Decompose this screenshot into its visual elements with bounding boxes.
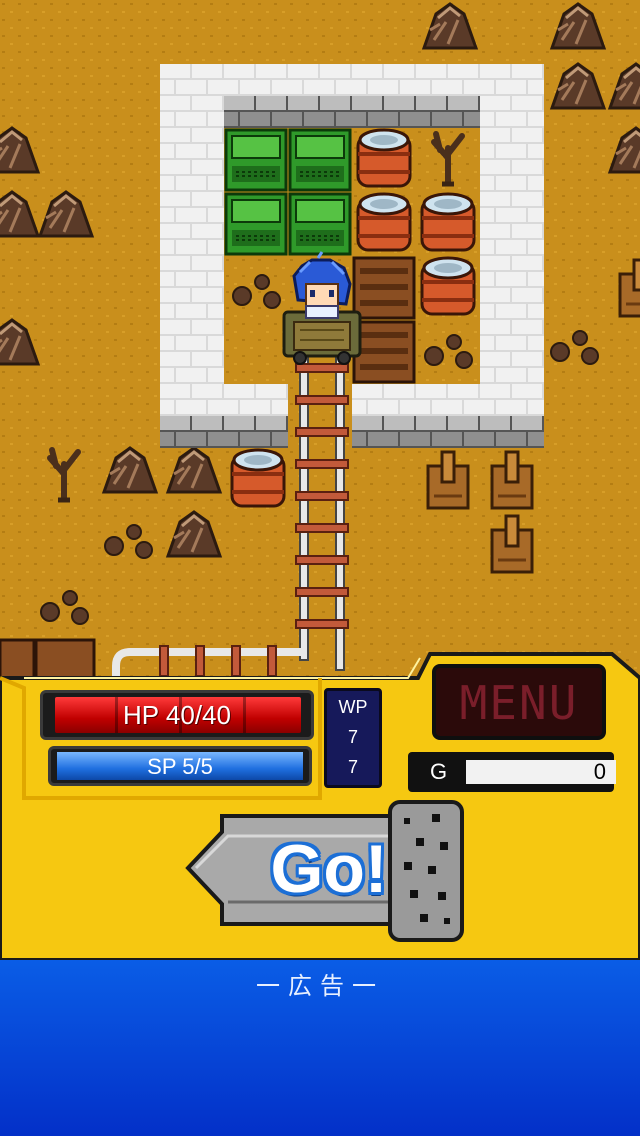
game-map[interactable] [0,0,640,680]
wp-label: WP [338,697,368,717]
gold-value: 0 [593,759,606,784]
go-button[interactable]: Go! [182,798,466,944]
ad-label: 一広告一 [256,973,384,1000]
go-button-label: Go! [270,831,388,907]
sp-label: SP 5/5 [147,754,213,779]
gold-field: 0 [466,760,616,784]
gold-label: G [430,759,448,784]
wp-value-max: 7 [347,757,358,777]
sp-bar: SP 5/5 [48,746,312,786]
ad-banner[interactable]: 一広告一 [0,960,640,1136]
wp-panel: WP 7 7 [324,688,382,788]
wp-value-current: 7 [347,727,358,747]
hp-label: HP 40/40 [123,700,231,730]
menu-button-label: MENU [459,676,579,730]
menu-button[interactable]: MENU [432,664,606,740]
player-minecart[interactable] [282,310,362,365]
gold-display: G 0 [408,752,616,792]
hud-panel: HP 40/40 SP 5/5 WP 7 7 MENU G 0 Go! [0,648,640,960]
hp-bar: HP 40/40 [40,690,314,740]
